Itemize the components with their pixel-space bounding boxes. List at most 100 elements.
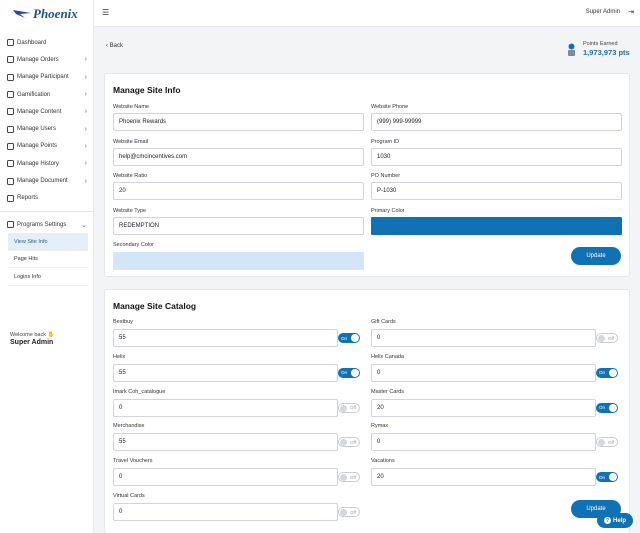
welcome-user-name: Super Admin	[10, 339, 54, 346]
chevron-right-icon: ›	[84, 56, 87, 64]
sidebar-item-reports[interactable]: Reports	[0, 190, 94, 207]
catalog-gift-cards-input[interactable]: 0	[371, 329, 596, 347]
website-phone-label: Website Phone	[371, 104, 409, 110]
sidebar-item-manage-orders[interactable]: Manage Orders ›	[0, 51, 94, 68]
catalog-bestbuy-toggle[interactable]: On	[338, 333, 360, 343]
sidebar-item-label: Manage Users	[17, 126, 57, 133]
site-catalog-title: Manage Site Catalog	[113, 301, 197, 311]
catalog-imark-coh-catalogue-toggle[interactable]: Off	[338, 402, 360, 413]
toggle-label: Off	[608, 439, 614, 445]
website-name-label: Website Name	[113, 104, 149, 110]
sidebar-item-label: Manage Points	[17, 143, 58, 150]
toggle-knob	[340, 509, 347, 516]
reports-icon	[7, 194, 14, 202]
catalog-master-cards-toggle[interactable]: On	[596, 402, 618, 413]
catalog-rymax-input[interactable]: 0	[371, 433, 596, 452]
catalog-merchandise-input[interactable]: 55	[113, 433, 338, 452]
catalog-bestbuy-input[interactable]: 55	[113, 329, 338, 347]
toggle-knob	[351, 334, 359, 342]
toggle-knob	[340, 404, 347, 412]
chevron-right-icon: ›	[84, 73, 87, 81]
catalog-merchandise-toggle[interactable]: Off	[338, 437, 360, 448]
sidebar-item-label: Gamification	[17, 91, 51, 98]
menu-toggle-icon[interactable]: ☰	[102, 8, 109, 17]
content-icon	[7, 108, 14, 116]
website-ratio-label: Website Ratio	[113, 173, 148, 179]
sidebar-item-manage-content[interactable]: Manage Content ›	[0, 103, 94, 120]
website-ratio-input[interactable]: 20	[113, 182, 364, 200]
catalog-master-cards-label: Master Cards	[371, 388, 405, 395]
sidebar-item-programs-settings[interactable]: Programs Settings ⌄	[0, 216, 94, 233]
sidebar-item-dashboard[interactable]: Dashboard	[0, 34, 94, 51]
sidebar-item-manage-document[interactable]: Manage Document ›	[0, 172, 94, 189]
logout-icon[interactable]: ⇥	[628, 8, 634, 16]
sidebar-item-manage-users[interactable]: Manage Users ›	[0, 120, 94, 137]
website-type-input[interactable]: REDEMPTION	[113, 217, 364, 235]
sidebar-divider	[0, 210, 94, 212]
website-email-input[interactable]: help@cmcincentives.com	[113, 148, 364, 166]
catalog-virtual-cards-toggle[interactable]: Off	[338, 507, 360, 517]
help-icon: ?	[603, 517, 611, 524]
catalog-helix-canada-toggle[interactable]: On	[596, 367, 618, 378]
toggle-label: Off	[350, 439, 356, 445]
sidebar-item-manage-participant[interactable]: Manage Participant ›	[0, 69, 94, 86]
sidebar-item-manage-history[interactable]: Manage History ›	[0, 155, 94, 172]
website-phone-input[interactable]: (999) 999-99999	[371, 113, 622, 131]
toggle-label: On	[599, 474, 606, 480]
toggle-label: On	[599, 370, 606, 376]
program-id-input[interactable]: 1030	[371, 148, 622, 166]
sidebar-item-label: Dashboard	[17, 39, 47, 46]
history-icon	[7, 160, 14, 168]
website-name-input[interactable]: Phoenix Rewards	[113, 113, 364, 131]
website-email-label: Website Email	[113, 139, 149, 145]
toggle-label: Off	[350, 509, 356, 515]
back-link[interactable]: ‹ Back	[106, 43, 123, 49]
back-label: Back	[109, 43, 124, 49]
toggle-knob	[351, 368, 359, 377]
site-info-title: Manage Site Info	[113, 85, 181, 95]
catalog-travel-vouchers-toggle[interactable]: Off	[338, 472, 360, 483]
sidebar-item-label: Manage Orders	[17, 56, 59, 63]
sidebar-item-gamification[interactable]: Gamification ›	[0, 86, 94, 103]
brand-logo[interactable]: Phoenix	[13, 6, 78, 22]
site-info-update-button[interactable]: Update	[571, 247, 621, 265]
sidebar-subitem-logins-info[interactable]: Logins Info	[8, 268, 88, 286]
help-button[interactable]: ? Help	[597, 513, 633, 528]
catalog-helix-input[interactable]: 55	[113, 363, 338, 382]
chevron-down-icon: ⌄	[81, 221, 87, 229]
sidebar-subitem-view-site-info[interactable]: View Site Info	[8, 233, 88, 251]
catalog-gift-cards-label: Gift Cards	[371, 319, 396, 325]
points-value: 1,973,973 pts	[583, 48, 630, 57]
sidebar-item-label: Manage Participant	[17, 74, 69, 81]
po-number-input[interactable]: P-1030	[371, 182, 622, 200]
catalog-virtual-cards-input[interactable]: 0	[113, 503, 338, 521]
users-icon	[7, 125, 14, 133]
toggle-label: On	[341, 335, 348, 341]
topbar-user-name[interactable]: Super Admin	[586, 9, 620, 15]
site-catalog-card: Manage Site Catalog Bestbuy 55 On Helix 55 On…	[104, 289, 630, 533]
chevron-right-icon: ›	[84, 91, 87, 99]
catalog-gift-cards-toggle[interactable]: Off	[596, 333, 618, 343]
catalog-vacations-label: Vacations	[371, 458, 395, 465]
toggle-knob	[340, 439, 347, 447]
catalog-rymax-toggle[interactable]: Off	[596, 437, 618, 448]
catalog-vacations-toggle[interactable]: On	[596, 472, 618, 483]
catalog-helix-canada-input[interactable]: 0	[371, 363, 596, 382]
welcome-text: Welcome back ✋	[10, 332, 54, 338]
secondary-color-swatch[interactable]	[113, 252, 364, 270]
trophy-icon	[568, 43, 575, 56]
catalog-imark-coh-catalogue-input[interactable]: 0	[113, 398, 338, 417]
toggle-knob	[609, 473, 617, 482]
sidebar-subitem-page-hits[interactable]: Page Hits	[8, 251, 88, 269]
catalog-helix-toggle[interactable]: On	[338, 367, 360, 378]
help-label: Help	[612, 517, 626, 524]
catalog-travel-vouchers-input[interactable]: 0	[113, 468, 338, 487]
sidebar-item-manage-points[interactable]: Manage Points ›	[0, 138, 94, 155]
toggle-knob	[609, 403, 617, 412]
welcome-label: Welcome back	[10, 332, 46, 338]
chevron-right-icon: ›	[84, 125, 87, 133]
primary-color-swatch[interactable]	[371, 217, 622, 235]
catalog-imark-coh-catalogue-label: Imark Coh_catalogue	[113, 388, 166, 395]
catalog-master-cards-input[interactable]: 20	[371, 398, 596, 417]
catalog-vacations-input[interactable]: 20	[371, 468, 596, 487]
